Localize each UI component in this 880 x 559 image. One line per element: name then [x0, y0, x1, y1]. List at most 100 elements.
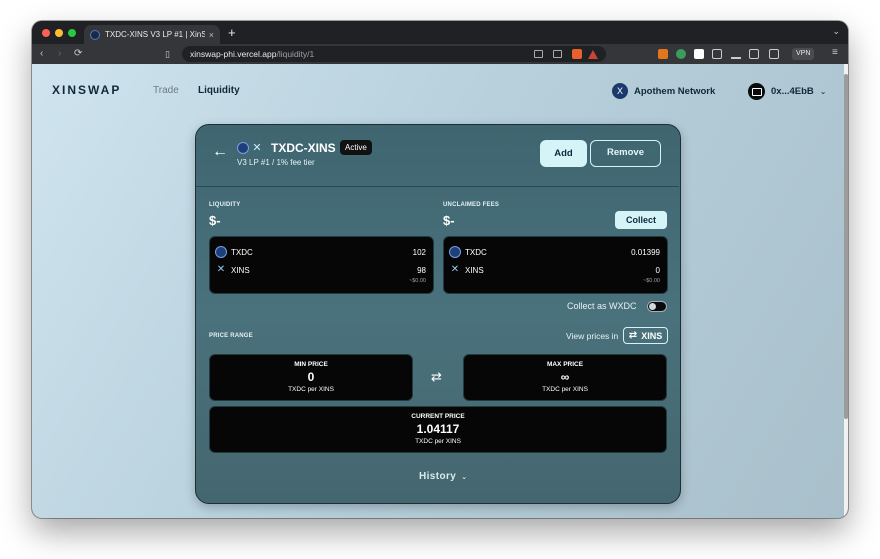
url-host: xinswap-phi.vercel.app	[190, 49, 277, 59]
back-arrow-icon[interactable]: ←	[212, 143, 228, 161]
history-toggle[interactable]: History ⌄	[419, 471, 468, 482]
wallet-icon	[748, 83, 765, 100]
position-card: ← ✕ TXDC-XINS Active V3 LP #1 / 1% fee t…	[195, 124, 681, 504]
usd-value: ~$0.00	[643, 278, 660, 284]
share-icon[interactable]	[553, 50, 562, 58]
token-amount: 0.01399	[631, 247, 660, 257]
token-row: TXDC 0.01399	[449, 246, 660, 258]
address-bar[interactable]: xinswap-phi.vercel.app/liquidity/1	[182, 46, 606, 62]
min-price-unit: TXDC per XINS	[288, 386, 334, 393]
txdc-token-icon	[215, 246, 227, 258]
pair-icons: ✕	[237, 142, 263, 154]
token-row: ✕ XINS 98	[215, 264, 426, 276]
network-icon: X	[612, 83, 628, 99]
price-range-label: PRICE RANGE	[209, 333, 253, 339]
page: XINSWAP Trade Liquidity X Apothem Networ…	[32, 64, 844, 518]
token-symbol: XINS	[231, 265, 250, 275]
status-badge: Active	[340, 140, 372, 155]
remove-button[interactable]: Remove	[590, 140, 661, 167]
swap-arrows-icon: ⇄	[431, 369, 442, 384]
price-token-toggle[interactable]: ⇄ XINS	[623, 327, 668, 344]
xins-token-icon: ✕	[252, 142, 262, 154]
wallet-address: 0x...4EbB	[771, 86, 814, 97]
token-row: ✕ XINS 0	[449, 264, 660, 276]
wallet-icon[interactable]	[769, 49, 779, 59]
url-path: /liquidity/1	[276, 49, 315, 59]
add-button[interactable]: Add	[540, 140, 587, 167]
liquidity-token-box: TXDC 102 ✕ XINS 98 ~$0.00	[209, 236, 434, 294]
brave-shield-icon[interactable]	[572, 49, 582, 59]
scrollbar-thumb[interactable]	[844, 74, 848, 419]
brave-rewards-icon[interactable]	[588, 49, 598, 59]
divider	[196, 186, 679, 187]
token-symbol: XINS	[465, 265, 484, 275]
new-tab-button[interactable]: +	[228, 26, 236, 40]
current-price-value: 1.04117	[416, 422, 460, 436]
min-price-box: MIN PRICE 0 TXDC per XINS	[209, 354, 413, 401]
max-price-label: MAX PRICE	[546, 361, 584, 368]
page-scrollbar[interactable]	[844, 64, 848, 518]
back-nav-icon[interactable]: ‹	[40, 47, 43, 61]
network-label: Apothem Network	[634, 85, 716, 97]
vpn-button[interactable]: VPN	[792, 48, 815, 60]
view-prices-label: View prices in	[566, 331, 619, 341]
extensions-puzzle-icon[interactable]	[712, 49, 722, 59]
tab-search-icon[interactable]: ⌄	[832, 26, 840, 37]
nav-liquidity[interactable]: Liquidity	[198, 85, 240, 96]
downloads-icon[interactable]	[731, 49, 741, 59]
tab-favicon-icon	[90, 29, 100, 40]
maximize-window-button[interactable]	[68, 29, 76, 37]
browser-tab[interactable]: TXDC-XINS V3 LP #1 | XinSwap ×	[84, 25, 220, 44]
app-logo[interactable]: XINSWAP	[52, 83, 121, 97]
pair-title: TXDC-XINS	[271, 141, 336, 155]
liquidity-value: $-	[209, 213, 221, 228]
fees-token-box: TXDC 0.01399 ✕ XINS 0 ~$0.00	[443, 236, 668, 294]
position-subtitle: V3 LP #1 / 1% fee tier	[237, 158, 315, 167]
forward-nav-icon[interactable]: ›	[58, 47, 61, 61]
max-price-value: ∞	[560, 370, 570, 384]
token-row: TXDC 102	[215, 246, 426, 258]
bookmark-icon[interactable]: ▯	[165, 47, 170, 61]
minimize-window-button[interactable]	[55, 29, 63, 37]
close-window-button[interactable]	[42, 29, 50, 37]
current-price-box: CURRENT PRICE 1.04117 TXDC per XINS	[209, 406, 667, 453]
token-amount: 98	[417, 265, 426, 275]
token-amount: 0	[655, 265, 660, 275]
token-amount: 102	[412, 247, 426, 257]
browser-window: TXDC-XINS V3 LP #1 | XinSwap × + ⌄ ‹ › ⟳…	[32, 21, 848, 518]
collect-wxdc-label: Collect as WXDC	[567, 301, 637, 311]
metamask-icon[interactable]	[658, 49, 668, 59]
current-price-label: CURRENT PRICE	[411, 413, 465, 420]
cast-icon[interactable]	[534, 50, 543, 58]
txdc-token-icon	[237, 142, 249, 154]
wallet-button[interactable]: 0x...4EbB ⌄	[748, 83, 826, 100]
token-symbol: TXDC	[231, 247, 253, 257]
tab-title: TXDC-XINS V3 LP #1 | XinSwap	[105, 30, 205, 39]
tab-strip: TXDC-XINS V3 LP #1 | XinSwap × + ⌄	[32, 21, 848, 44]
txdc-token-icon	[449, 246, 461, 258]
collect-wxdc-toggle[interactable]	[647, 301, 667, 312]
chevron-down-icon: ⌄	[819, 87, 827, 96]
min-price-label: MIN PRICE	[294, 361, 328, 368]
reload-icon[interactable]: ⟳	[74, 47, 82, 61]
unclaimed-fees-label: UNCLAIMED FEES	[443, 202, 500, 208]
unclaimed-fees-value: $-	[443, 213, 455, 228]
sidebar-icon[interactable]	[749, 49, 759, 59]
price-token-label: XINS	[641, 330, 663, 341]
nav-trade[interactable]: Trade	[153, 85, 179, 96]
collect-button[interactable]: Collect	[615, 211, 667, 229]
max-price-box: MAX PRICE ∞ TXDC per XINS	[463, 354, 667, 401]
extension-icon[interactable]	[694, 49, 704, 59]
token-symbol: TXDC	[465, 247, 487, 257]
extension-icon[interactable]	[676, 49, 686, 59]
tab-close-icon[interactable]: ×	[209, 30, 214, 40]
menu-icon[interactable]: ≡	[832, 47, 838, 58]
max-price-unit: TXDC per XINS	[542, 386, 588, 393]
history-label: History	[419, 471, 457, 482]
network-selector[interactable]: X Apothem Network	[612, 83, 715, 99]
liquidity-label: LIQUIDITY	[209, 202, 241, 208]
min-price-value: 0	[307, 370, 315, 384]
browser-toolbar: ‹ › ⟳ ▯ xinswap-phi.vercel.app/liquidity…	[32, 44, 848, 64]
swap-icon: ⇄	[628, 330, 638, 341]
url-text[interactable]: xinswap-phi.vercel.app/liquidity/1	[190, 49, 524, 59]
